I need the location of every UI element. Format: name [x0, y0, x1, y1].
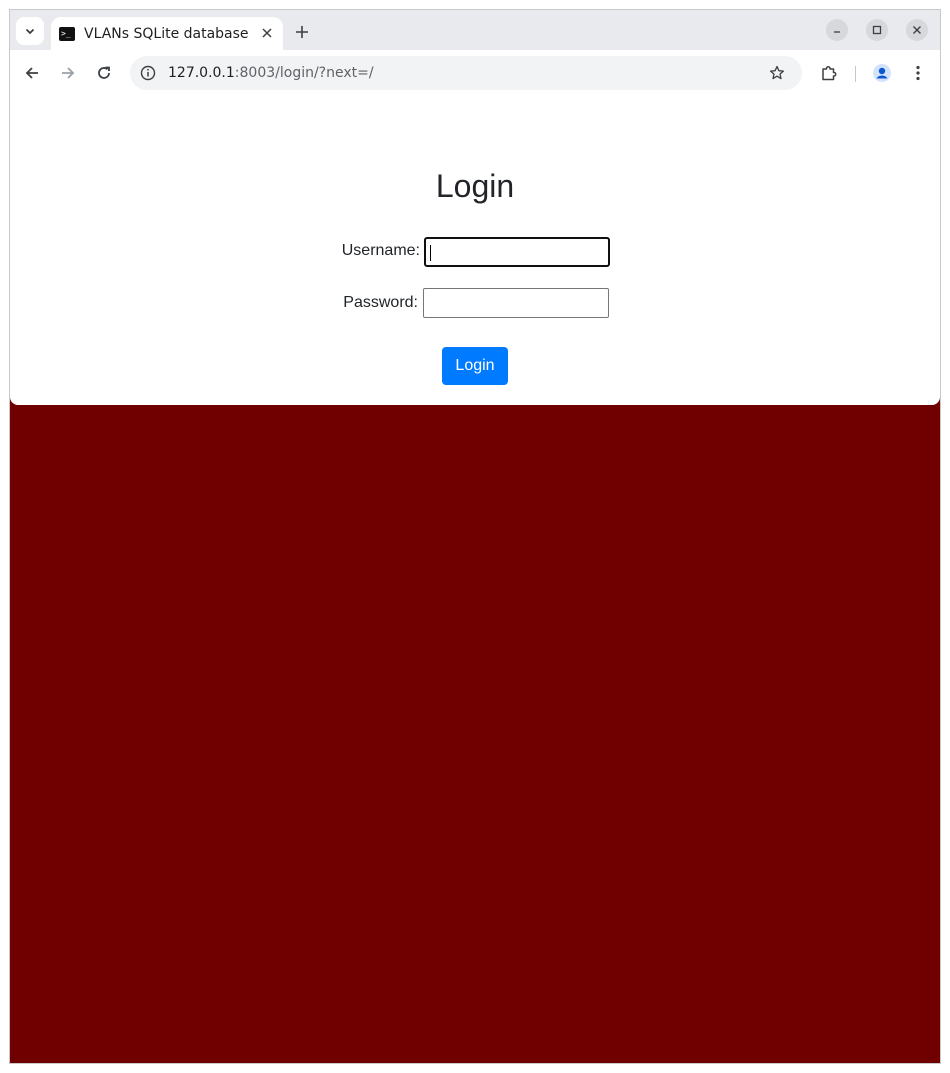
- login-button[interactable]: Login: [442, 347, 508, 385]
- forward-button[interactable]: [57, 62, 79, 84]
- address-bar[interactable]: 127.0.0.1:8003/login/?next=/: [130, 56, 802, 90]
- login-card: Login Username: Password: Login: [10, 97, 940, 405]
- maximize-icon: [872, 25, 882, 35]
- close-icon: [262, 28, 272, 38]
- page-title: Login: [435, 168, 515, 204]
- username-label: Username:: [341, 242, 420, 259]
- url-host: 127.0.0.1: [168, 65, 235, 81]
- url-path: :8003/login/?next=/: [234, 65, 374, 81]
- site-info-icon[interactable]: [140, 65, 156, 81]
- avatar-icon: [873, 64, 891, 82]
- terminal-icon: >_: [59, 26, 75, 41]
- maximize-button[interactable]: [866, 19, 888, 41]
- tab-title: VLANs SQLite database: [84, 25, 249, 42]
- bookmark-star-icon[interactable]: [769, 65, 785, 81]
- extensions-button[interactable]: [818, 62, 840, 84]
- tab-search-button[interactable]: [16, 17, 44, 45]
- username-field[interactable]: [424, 237, 610, 267]
- navigation-toolbar: 127.0.0.1:8003/login/?next=/: [10, 50, 940, 98]
- minimize-icon: [834, 31, 840, 33]
- tab-active[interactable]: >_ VLANs SQLite database: [51, 17, 283, 50]
- text-caret: [430, 245, 431, 261]
- new-tab-button[interactable]: [290, 20, 314, 44]
- arrow-left-icon: [25, 67, 38, 79]
- menu-button[interactable]: [907, 62, 929, 84]
- toolbar-separator: [855, 66, 856, 82]
- profile-button[interactable]: [871, 62, 893, 84]
- url-text[interactable]: 127.0.0.1:8003/login/?next=/: [168, 65, 374, 81]
- reload-icon: [98, 66, 110, 79]
- more-vert-icon: [916, 65, 920, 81]
- page-viewport: Login Username: Password: Login: [10, 97, 940, 1063]
- browser-window: >_ VLANs SQLite database 127.0.0.1:8003/…: [9, 9, 941, 1064]
- back-button[interactable]: [21, 62, 43, 84]
- minimize-button[interactable]: [826, 19, 848, 41]
- close-window-button[interactable]: [906, 19, 928, 41]
- tab-close-button[interactable]: [259, 25, 275, 41]
- chevron-down-icon: [25, 28, 35, 35]
- title-bar: >_ VLANs SQLite database: [10, 10, 940, 50]
- arrow-right-icon: [62, 67, 75, 79]
- puzzle-icon: [822, 66, 837, 81]
- close-icon: [913, 26, 921, 34]
- password-label: Password:: [343, 294, 418, 311]
- plus-icon: [296, 26, 308, 38]
- reload-button[interactable]: [93, 62, 115, 84]
- password-field[interactable]: [423, 288, 609, 318]
